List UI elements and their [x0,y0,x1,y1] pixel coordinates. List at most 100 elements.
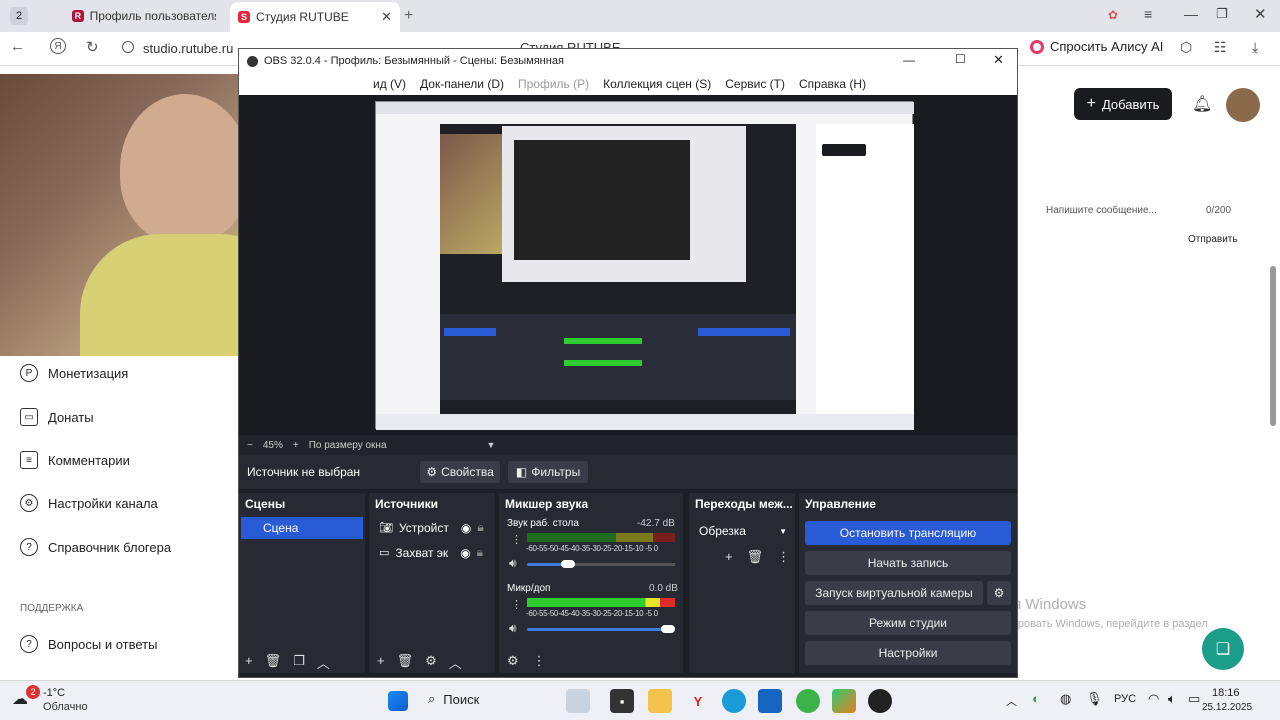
lock-icon[interactable]: 🔒︎ [477,520,483,535]
avatar[interactable] [1226,88,1260,122]
yandex-browser-icon[interactable]: Y [686,689,710,713]
battery-icon[interactable]: ▭ [1188,691,1200,707]
chevron-down-icon[interactable]: ▼ [487,440,496,450]
send-button[interactable]: Отправить [1188,234,1238,245]
settings-button[interactable]: Настройки [805,641,1011,665]
zoom-out-icon[interactable]: − [247,440,253,451]
site-info-icon[interactable] [122,41,134,53]
source-item-device[interactable]: 📷︎ Устройст ◉ 🔒︎ [379,520,484,535]
obs-maximize-icon[interactable]: ☐ [955,52,966,66]
tray-app-icon[interactable]: ◍ [1060,691,1071,707]
edge-icon[interactable] [722,689,746,713]
stop-stream-button[interactable]: Остановить трансляцию [805,521,1011,545]
virtual-camera-button[interactable]: Запуск виртуальной камеры [805,581,983,605]
source-item-screen-capture[interactable]: ▭ Захват эк ◉ 🔒︎ [379,545,483,560]
sidebar-item-monetization[interactable]: P Монетизация [20,364,128,382]
trash-icon[interactable]: 🗑︎ [747,549,764,565]
filters-button[interactable]: ◧ Фильтры [508,461,589,483]
speaker-icon[interactable]: 🔊︎ [509,621,517,636]
eye-icon[interactable]: ◉ [461,521,471,535]
obs-preview-area[interactable] [239,95,1017,435]
transition-select[interactable]: Обрезка ▼ [695,521,791,541]
trash-icon[interactable]: 🗑︎ [265,653,282,672]
bell-icon[interactable]: 🔔︎ [1192,94,1212,114]
sidebar-item-donations[interactable]: ▭ Донаты [20,408,94,426]
back-icon[interactable]: ← [10,38,25,55]
volume-knob[interactable] [561,560,575,568]
start-record-button[interactable]: Начать запись [805,551,1011,575]
close-window-icon[interactable]: ✕ [1254,5,1267,23]
sidebar-item-faq[interactable]: ? Вопросы и ответы [20,635,157,653]
properties-button[interactable]: ⚙ Свойства [420,461,501,483]
search-highlight-icon[interactable] [566,689,590,713]
menu-profile[interactable]: Профиль (P) [518,77,589,91]
taskbar-search[interactable]: ⌕ Поиск [428,691,479,707]
tab-profile[interactable]: R Профиль пользователя S [64,4,224,28]
tray-app-icon[interactable]: ◐ [1032,691,1040,706]
move-up-icon[interactable]: ︿ [449,653,462,672]
extension-icon[interactable]: ✿ [1108,8,1118,22]
language-indicator[interactable]: РУС [1114,693,1136,705]
folder-icon[interactable] [648,689,672,713]
reload-icon[interactable]: ↻ [86,38,99,56]
app-icon[interactable] [796,689,820,713]
new-tab-icon[interactable]: + [404,7,413,25]
app-icon[interactable] [832,689,856,713]
virtual-camera-settings-icon[interactable]: ⚙ [987,581,1011,605]
add-icon[interactable]: + [725,549,733,565]
chevron-up-icon[interactable]: ︿ [1006,693,1017,709]
move-up-icon[interactable]: ︿ [317,653,330,672]
add-button[interactable]: + Добавить [1074,88,1172,120]
copy-icon[interactable]: ❐ [293,653,305,672]
fit-select[interactable]: По размеру окна [309,440,387,451]
add-icon[interactable]: + [245,653,253,672]
trash-icon[interactable]: 🗑︎ [397,653,414,672]
tab-studio[interactable]: S Студия RUTUBE ✕ [230,2,400,32]
eye-icon[interactable]: ◉ [460,546,470,560]
menu-help[interactable]: Справка (H) [799,77,866,91]
menu-tools[interactable]: Сервис (T) [725,77,785,91]
add-icon[interactable]: + [377,653,385,672]
menu-icon[interactable]: ≡ [1144,6,1152,22]
alice-button[interactable]: Спросить Алису AI [1030,39,1163,54]
menu-view[interactable]: ид (V) [373,77,406,91]
microphone-icon[interactable]: 🎙︎ [1086,691,1103,707]
volume-slider[interactable] [527,628,669,631]
message-input[interactable]: Напишите сообщение... [1046,205,1157,216]
more-icon[interactable]: ⋮ [777,549,790,565]
obs-taskbar-icon[interactable] [868,689,892,713]
scrollbar[interactable] [1270,266,1276,426]
lock-icon[interactable]: 🔒︎ [477,545,483,560]
obs-minimize-icon[interactable]: — [903,53,915,67]
store-icon[interactable] [758,689,782,713]
tab-count-badge[interactable]: 2 [10,7,28,25]
bookmarks-icon[interactable]: ☷ [1214,39,1227,56]
wifi-icon[interactable]: ◠ [1148,691,1159,707]
download-icon[interactable]: ⤓ [1252,39,1258,56]
sidebar-item-channel-settings[interactable]: ⚙ Настройки канала [20,494,158,512]
more-icon[interactable]: ⋮ [511,533,522,546]
zoom-in-icon[interactable]: + [293,440,299,451]
extensions-icon[interactable]: ⬡ [1180,39,1192,56]
minimize-icon[interactable]: — [1184,6,1198,22]
menu-scene-collection[interactable]: Коллекция сцен (S) [603,77,711,91]
sidebar-item-comments[interactable]: ≡ Комментарии [20,451,130,469]
studio-mode-button[interactable]: Режим студии [805,611,1011,635]
start-icon[interactable] [388,691,408,711]
task-view-icon[interactable]: ▪ [610,689,634,713]
obs-close-icon[interactable]: ✕ [993,52,1004,68]
yandex-icon[interactable]: Я [50,38,66,54]
restore-icon[interactable]: ❐ [1216,6,1228,22]
speaker-icon[interactable]: 🔊︎ [509,556,517,571]
volume-knob[interactable] [661,625,675,633]
menu-docks[interactable]: Док-панели (D) [420,77,504,91]
gear-icon[interactable]: ⚙ [425,653,437,672]
url-text[interactable]: studio.rutube.ru [143,41,233,56]
more-icon[interactable]: ⋮ [533,653,546,669]
sidebar-item-blogger-guide[interactable]: ? Справочник блогера [20,538,171,556]
volume-icon[interactable]: 🔈︎ [1168,691,1176,707]
scene-item[interactable]: Сцена [241,517,363,539]
clock-date[interactable]: 25.12.2025 [1202,702,1252,713]
gear-icon[interactable]: ⚙ [507,653,519,669]
clock-time[interactable]: 18:16 [1212,687,1240,699]
